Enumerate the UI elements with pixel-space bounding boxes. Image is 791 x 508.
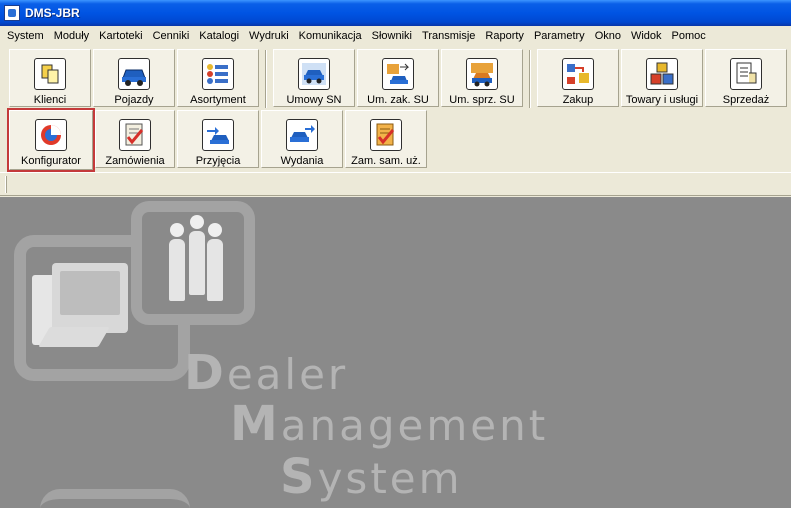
klienci-button[interactable]: Klienci [9, 49, 91, 107]
um-zak-su-button[interactable]: Um. zak. SU [357, 49, 439, 107]
sprzedaz-button[interactable]: Sprzedaż [705, 49, 787, 107]
przyjecia-button[interactable]: Przyjęcia [177, 110, 259, 168]
window-title: DMS-JBR [25, 6, 80, 20]
monitor-graphic [52, 263, 128, 333]
konfigurator-button[interactable]: Konfigurator [7, 108, 95, 172]
pojazdy-button[interactable]: Pojazdy [93, 49, 175, 107]
receipts-icon [202, 119, 234, 151]
menu-raporty[interactable]: Raporty [480, 27, 529, 45]
car-icon [118, 58, 150, 90]
um-sprz-su-button[interactable]: Um. sprz. SU [441, 49, 523, 107]
title-bar: DMS-JBR [0, 0, 791, 26]
menu-wydruki[interactable]: Wydruki [244, 27, 294, 45]
toolbar-grip[interactable] [5, 176, 7, 193]
logo-line-dealer: Dealer [184, 345, 349, 401]
menu-parametry[interactable]: Parametry [529, 27, 590, 45]
menu-cenniki[interactable]: Cenniki [148, 27, 195, 45]
sale-icon [730, 58, 762, 90]
secondary-toolbar-strip [0, 172, 791, 196]
asortyment-button[interactable]: Asortyment [177, 49, 259, 107]
purchase-contract-icon [382, 58, 414, 90]
list-icon [202, 58, 234, 90]
menu-widok[interactable]: Widok [626, 27, 667, 45]
sale-contract-icon [466, 58, 498, 90]
app-icon[interactable] [4, 5, 20, 21]
orders-icon [119, 119, 151, 151]
zam-sam-uz-button[interactable]: Zam. sam. uż. [345, 110, 427, 168]
logo-line-management: Management [230, 396, 549, 452]
menu-slowniki[interactable]: Słowniki [367, 27, 417, 45]
car-contract-icon [298, 58, 330, 90]
logo-corner-decoration [40, 489, 190, 508]
toolbar: Klienci Pojazdy Asortyment Umowy SN Um. … [0, 46, 791, 172]
purchase-icon [562, 58, 594, 90]
people-icon [167, 215, 227, 307]
keyboard-graphic [38, 327, 110, 347]
menu-pomoc[interactable]: Pomoc [667, 27, 711, 45]
menu-system[interactable]: System [2, 27, 49, 45]
toolbar-separator [265, 50, 267, 108]
wydania-button[interactable]: Wydania [261, 110, 343, 168]
menu-okno[interactable]: Okno [590, 27, 626, 45]
menu-kartoteki[interactable]: Kartoteki [94, 27, 147, 45]
menu-moduly[interactable]: Moduły [49, 27, 94, 45]
clients-icon [34, 58, 66, 90]
issues-icon [286, 119, 318, 151]
logo-line-system: System [280, 449, 463, 505]
menu-katalogi[interactable]: Katalogi [194, 27, 244, 45]
configurator-icon [35, 119, 67, 151]
goods-icon [646, 58, 678, 90]
toolbar-separator [529, 50, 531, 108]
menu-bar: System Moduły Kartoteki Cenniki Katalogi… [0, 26, 791, 46]
menu-transmisje[interactable]: Transmisje [417, 27, 480, 45]
used-car-orders-icon [370, 119, 402, 151]
umowy-sn-button[interactable]: Umowy SN [273, 49, 355, 107]
zakup-button[interactable]: Zakup [537, 49, 619, 107]
menu-komunikacja[interactable]: Komunikacja [294, 27, 367, 45]
mdi-workspace: Dealer Management System [0, 197, 791, 508]
towary-i-uslugi-button[interactable]: Towary i usługi [621, 49, 703, 107]
zamowienia-button[interactable]: Zamówienia [95, 110, 175, 168]
